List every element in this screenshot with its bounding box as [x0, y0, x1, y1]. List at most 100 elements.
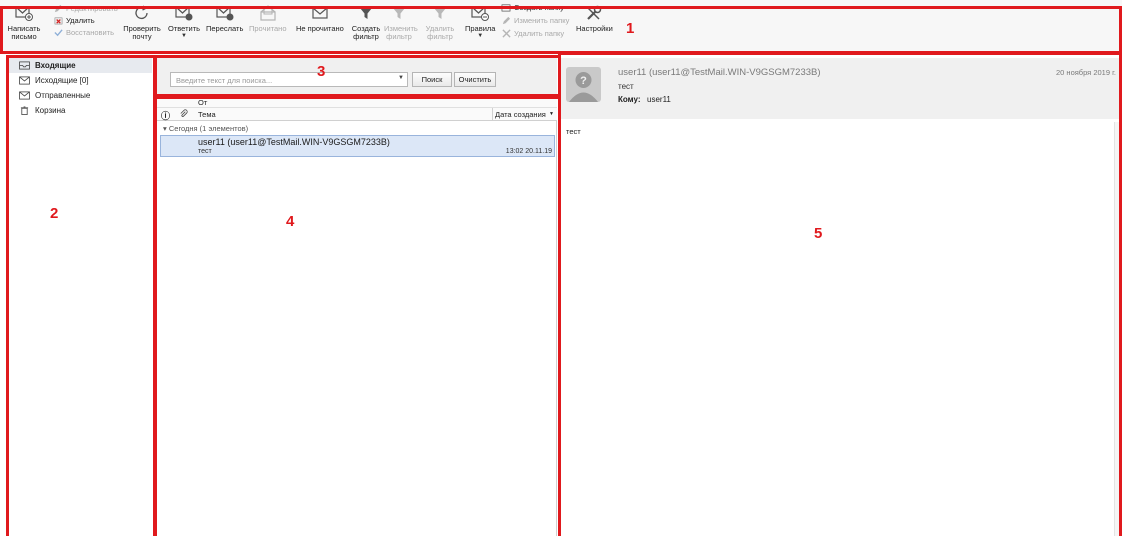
rules-dropdown-icon[interactable]: ▼	[477, 33, 483, 39]
preview-to-value: user11	[647, 95, 671, 104]
forward-button[interactable]: Переслать	[206, 2, 243, 33]
mark-read-button[interactable]: Прочитано	[249, 2, 287, 33]
column-date[interactable]: Дата создания	[495, 110, 546, 119]
folder-outbox[interactable]: Исходящие [0]	[9, 73, 152, 88]
search-button[interactable]: Поиск	[412, 72, 452, 87]
preview-from: user11 (user11@TestMail.WIN-V9GSGM7233B)	[618, 67, 821, 78]
settings-button[interactable]: Настройки	[576, 2, 613, 33]
preview-to-label: Кому:	[618, 95, 641, 104]
group-header[interactable]: ▾ Сегодня (1 элементов)	[163, 124, 248, 133]
pencil-icon	[501, 15, 511, 25]
clear-button[interactable]: Очистить	[454, 72, 496, 87]
inbox-icon	[19, 61, 31, 71]
close-icon	[501, 28, 511, 38]
column-divider	[492, 108, 493, 120]
open-envelope-icon	[257, 2, 279, 24]
delete-filter-button[interactable]: Удалить фильтр	[425, 2, 455, 41]
folder-outbox-label: Исходящие [0]	[35, 76, 89, 85]
search-dropdown-icon[interactable]: ▼	[398, 75, 404, 81]
edit-label: Редактировать	[66, 3, 118, 13]
reply-label: Ответить	[168, 24, 201, 33]
message-from: user11 (user11@TestMail.WIN-V9GSGM7233B)	[198, 137, 390, 147]
rules-icon	[469, 2, 491, 24]
check-mail-label: Проверить почту	[123, 24, 161, 41]
edit-filter-button[interactable]: Изменить фильтр	[384, 2, 418, 41]
rename-folder-button[interactable]: Изменить папку	[501, 15, 569, 25]
search-input[interactable]: Введите текст для поиска...	[170, 72, 408, 87]
delete-folder-label: Удалить папку	[514, 28, 565, 38]
sort-dropdown-icon[interactable]: ▼	[549, 111, 554, 117]
avatar: ?	[566, 67, 601, 102]
pencil-icon	[53, 3, 63, 13]
filter-edit-icon	[388, 2, 410, 24]
folder-trash-label: Корзина	[35, 106, 66, 115]
compose-label: Написать письмо	[7, 24, 41, 41]
preview-scrollbar[interactable]	[1114, 122, 1122, 536]
create-folder-button[interactable]: Создать папку	[501, 2, 564, 12]
annotation-number-2: 2	[50, 205, 59, 222]
folder-sent-label: Отправленные	[35, 91, 91, 100]
mark-unread-button[interactable]: Не прочитано	[296, 2, 344, 33]
restore-button[interactable]: Восстановить	[53, 27, 114, 37]
folder-inbox[interactable]: Входящие	[9, 58, 152, 73]
annotation-number-4: 4	[286, 213, 295, 230]
search-area: Введите текст для поиска... ▼ Поиск Очис…	[157, 58, 557, 96]
annotation-number-1: 1	[626, 20, 635, 37]
outbox-icon	[19, 76, 31, 86]
preview-date: 20 ноября 2019 г.	[1056, 68, 1116, 77]
compose-mail-icon	[13, 2, 35, 24]
create-folder-label: Создать папку	[514, 2, 564, 12]
folder-icon	[501, 2, 511, 12]
svg-text:?: ?	[580, 75, 587, 87]
mark-unread-label: Не прочитано	[296, 24, 344, 33]
filter-delete-icon	[429, 2, 451, 24]
create-filter-button[interactable]: Создать фильтр	[351, 2, 381, 41]
trash-icon	[19, 106, 31, 116]
preview-body: тест	[566, 127, 581, 136]
annotation-number-3: 3	[317, 63, 326, 80]
forward-label: Переслать	[206, 24, 244, 33]
rules-button[interactable]: Правила ▼	[465, 2, 495, 39]
preview-pane: ? user11 (user11@TestMail.WIN-V9GSGM7233…	[561, 58, 1122, 536]
column-from[interactable]: От	[198, 98, 207, 107]
envelope-icon	[309, 2, 331, 24]
forward-icon	[214, 2, 236, 24]
delete-button[interactable]: Удалить	[53, 15, 95, 25]
toolbar: Написать письмо Редактировать Удалить Во…	[0, 0, 1122, 52]
column-subject[interactable]: Тема	[198, 110, 216, 119]
folder-inbox-label: Входящие	[35, 61, 76, 70]
reply-button[interactable]: Ответить ▼	[168, 2, 200, 39]
mark-read-label: Прочитано	[249, 24, 287, 33]
reply-icon	[173, 2, 195, 24]
rules-label: Правила	[465, 24, 496, 33]
checkmark-icon	[53, 27, 63, 37]
message-date: 13:02 20.11.19	[505, 148, 552, 155]
attachment-column-icon[interactable]	[179, 109, 188, 120]
delete-folder-button[interactable]: Удалить папку	[501, 28, 564, 38]
folder-pane: Входящие Исходящие [0] Отправленные Корз…	[9, 58, 152, 536]
delete-icon	[53, 15, 63, 25]
settings-label: Настройки	[576, 24, 613, 33]
list-header-row: ⓘ Тема Дата создания ▼	[157, 108, 557, 121]
edit-button[interactable]: Редактировать	[53, 3, 118, 13]
list-header-from-row: От	[157, 96, 557, 108]
preview-header: ? user11 (user11@TestMail.WIN-V9GSGM7233…	[561, 58, 1122, 119]
delete-label: Удалить	[66, 15, 95, 25]
compose-button[interactable]: Написать письмо	[6, 2, 42, 41]
folder-sent[interactable]: Отправленные	[9, 88, 152, 103]
check-mail-button[interactable]: Проверить почту	[121, 2, 163, 41]
edit-filter-label: Изменить фильтр	[384, 24, 418, 41]
sent-icon	[19, 91, 31, 101]
priority-column-icon[interactable]: ⓘ	[161, 109, 170, 122]
create-filter-label: Создать фильтр	[351, 24, 381, 41]
delete-filter-label: Удалить фильтр	[425, 24, 455, 41]
folder-trash[interactable]: Корзина	[9, 103, 152, 118]
rename-folder-label: Изменить папку	[514, 15, 570, 25]
refresh-icon	[131, 2, 153, 24]
tools-icon	[583, 2, 605, 24]
reply-dropdown-icon[interactable]: ▼	[181, 33, 187, 39]
filter-icon	[355, 2, 377, 24]
list-item[interactable]: user11 (user11@TestMail.WIN-V9GSGM7233B)…	[160, 135, 555, 157]
message-list: От ⓘ Тема Дата создания ▼ ▾ Сегодня (1 э…	[157, 96, 557, 536]
restore-label: Восстановить	[66, 27, 115, 37]
